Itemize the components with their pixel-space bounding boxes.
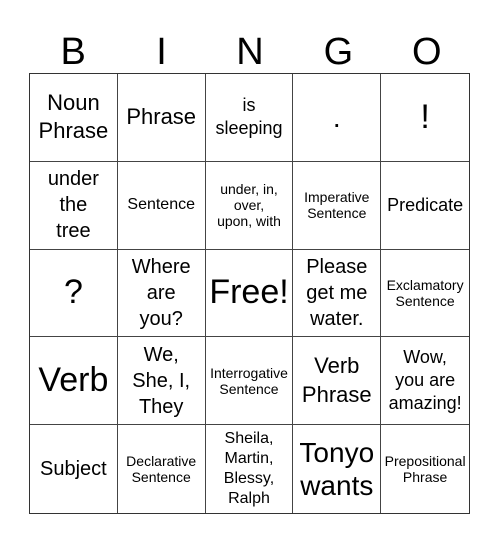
bingo-cell[interactable]: Sheila, Martin, Blessy, Ralph <box>206 425 294 513</box>
bingo-cell[interactable]: under the tree <box>30 161 118 250</box>
bingo-cell[interactable]: Verb Phrase <box>293 337 382 426</box>
bingo-cell-free[interactable]: Free! <box>205 249 294 338</box>
bingo-cell[interactable]: Please get me water. <box>293 249 382 338</box>
header-letter-b: B <box>60 31 86 73</box>
bingo-cell[interactable]: Predicate <box>381 162 469 250</box>
header-letter-i: I <box>156 31 167 73</box>
bingo-cell[interactable]: Wow, you are amazing! <box>381 337 469 426</box>
header-letter-g: G <box>323 31 354 73</box>
bingo-cell[interactable]: We, She, I, They <box>117 337 206 426</box>
bingo-cell[interactable]: Phrase <box>117 74 206 162</box>
bingo-cell[interactable]: Imperative Sentence <box>293 161 382 250</box>
bingo-header: B I N G O <box>29 30 471 74</box>
bingo-cell[interactable]: Declarative Sentence <box>118 425 206 513</box>
bingo-cell[interactable]: under, in, over, upon, with <box>205 161 294 250</box>
bingo-cell[interactable]: ! <box>381 74 469 162</box>
bingo-cell[interactable]: Subject <box>30 425 118 513</box>
header-letter-n: N <box>236 31 264 73</box>
bingo-cell[interactable]: Prepositional Phrase <box>381 425 469 513</box>
bingo-cell[interactable]: Noun Phrase <box>30 74 118 162</box>
bingo-grid: Noun Phrase Phrase is sleeping.! under the … <box>29 73 470 514</box>
bingo-cell[interactable]: Sentence <box>117 161 206 250</box>
bingo-cell[interactable]: Tonyo wants <box>293 425 382 513</box>
bingo-cell[interactable]: Where are you? <box>117 249 206 338</box>
header-letter-o: O <box>411 31 442 73</box>
bingo-cell[interactable]: Verb <box>30 337 118 426</box>
bingo-cell[interactable]: is sleeping <box>205 74 294 162</box>
bingo-cell[interactable]: . <box>293 74 382 162</box>
bingo-cell[interactable]: ? <box>30 249 118 338</box>
bingo-cell[interactable]: Exclamatory Sentence <box>381 250 469 338</box>
bingo-cell[interactable]: Interrogative Sentence <box>205 337 294 426</box>
